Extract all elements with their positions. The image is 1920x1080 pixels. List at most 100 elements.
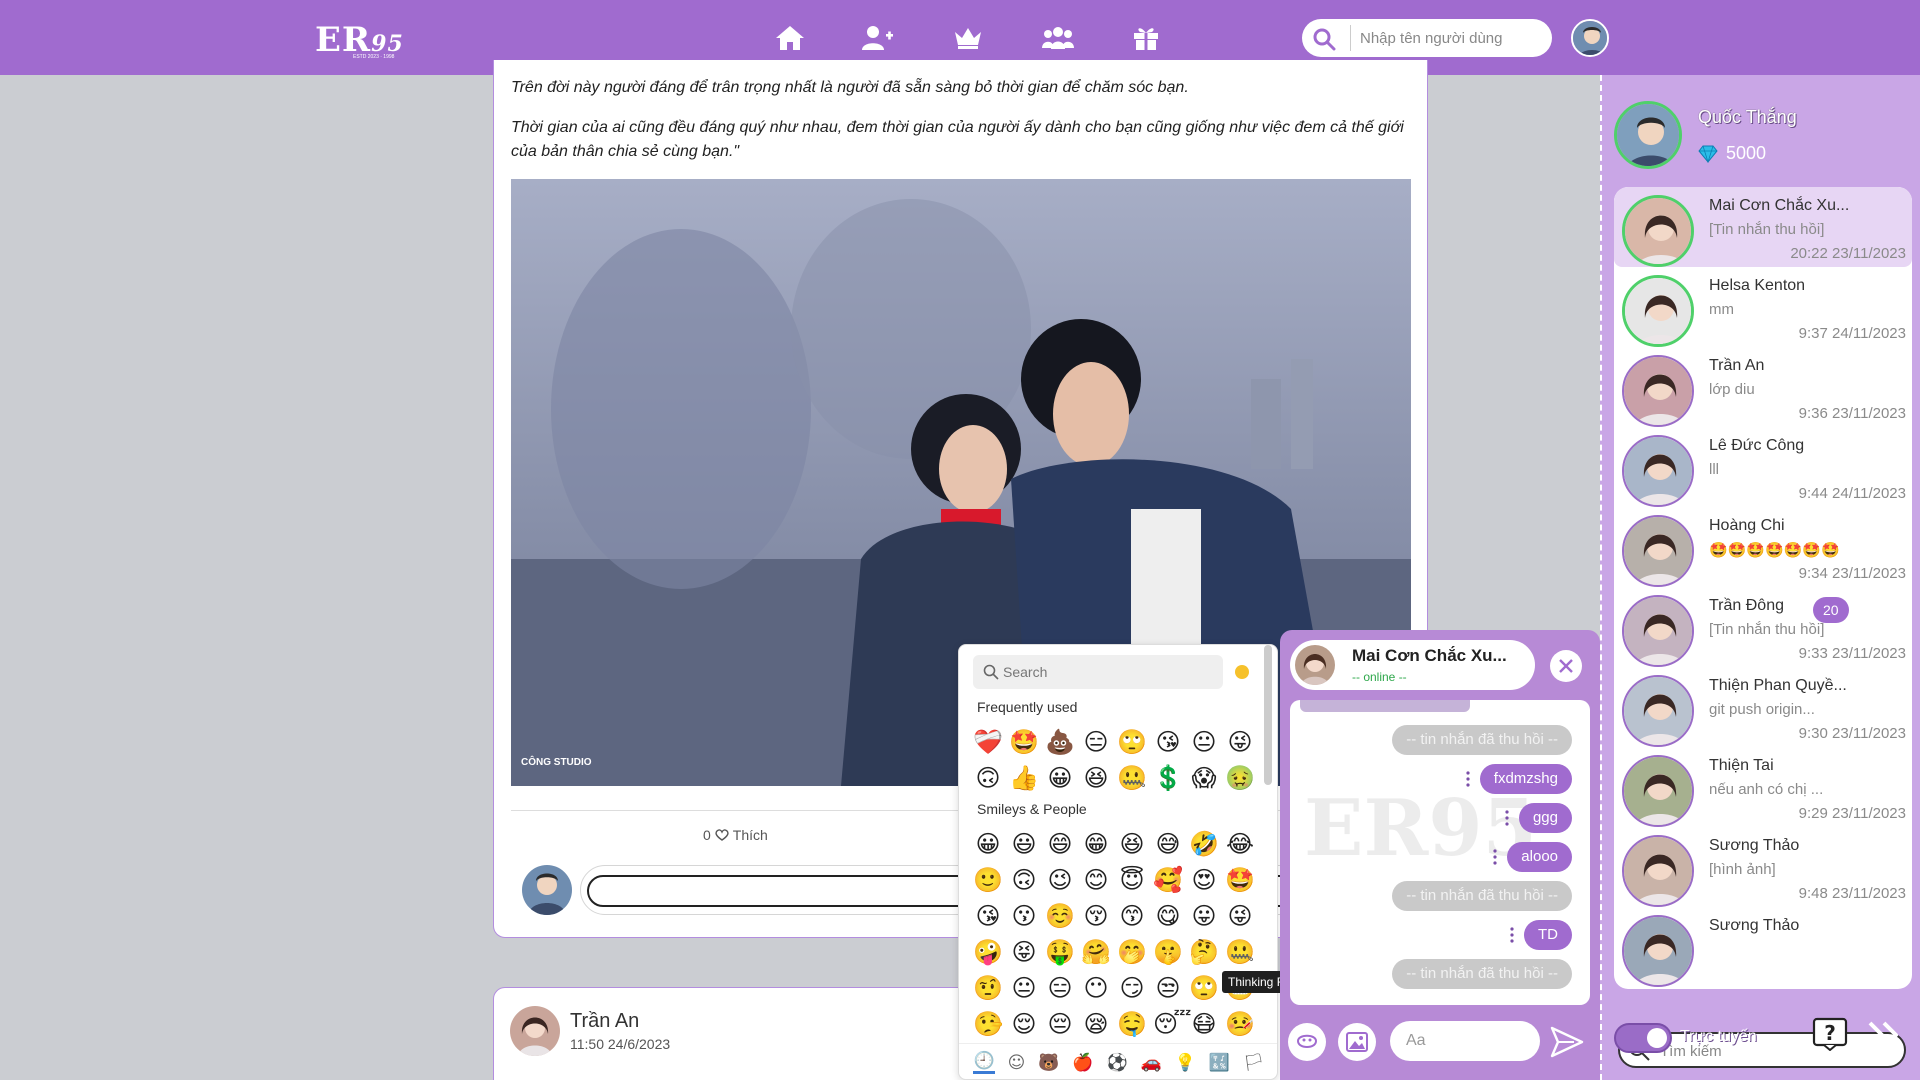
help-icon[interactable]: ? — [1812, 1017, 1848, 1051]
online-status-toggle[interactable] — [1614, 1023, 1672, 1053]
emoji-button[interactable]: 😐 — [1189, 727, 1219, 757]
emoji-button[interactable]: 😏 — [1117, 973, 1147, 1003]
emoji-button[interactable]: 😶 — [1081, 973, 1111, 1003]
my-avatar[interactable] — [1614, 101, 1682, 169]
emoji-category-tab[interactable]: 💡 — [1175, 1053, 1196, 1073]
emoji-button[interactable]: 😑 — [1081, 727, 1111, 757]
conversation-item[interactable]: Thiện Phan Quyề... git push origin... 9:30… — [1614, 667, 1912, 747]
recalled-message[interactable]: -- tin nhắn đã thu hồi -- — [1392, 725, 1572, 755]
sent-message[interactable]: ggg — [1518, 803, 1572, 833]
conversation-item[interactable]: Trần Đông [Tin nhắn thu hồi] 9:33 23/11/20… — [1614, 587, 1912, 667]
emoji-button[interactable]: 💲 — [1153, 763, 1183, 793]
profile-avatar[interactable] — [1571, 19, 1609, 57]
emoji-button[interactable]: 🙃 — [973, 763, 1003, 793]
group-icon[interactable] — [1040, 20, 1076, 56]
conversation-item[interactable]: Hoàng Chi 🤩🤩🤩🤩🤩🤩🤩 9:34 23/11/2023 — [1614, 507, 1912, 587]
emoji-button[interactable]: 😔 — [1045, 1009, 1075, 1039]
conversation-item[interactable]: Trần An lớp diu 9:36 23/11/2023 — [1614, 347, 1912, 427]
emoji-button[interactable]: 😇 — [1117, 865, 1147, 895]
emoji-button[interactable]: 😒 — [1153, 973, 1183, 1003]
emoji-button[interactable]: 😗 — [1009, 901, 1039, 931]
emoji-button[interactable]: 😘 — [1153, 727, 1183, 757]
emoji-button[interactable]: 😷 — [1189, 1009, 1219, 1039]
emoji-button[interactable]: 😅 — [1153, 829, 1183, 859]
emoji-button[interactable]: 🙄 — [1117, 727, 1147, 757]
emoji-button[interactable]: ☺️ — [1045, 901, 1075, 931]
close-chat-button[interactable] — [1550, 650, 1582, 682]
emoji-button[interactable]: 😌 — [1009, 1009, 1039, 1039]
sent-message[interactable]: TD — [1524, 920, 1572, 950]
emoji-button[interactable]: 😪 — [1081, 1009, 1111, 1039]
emoji-button[interactable]: ❤️‍🩹 — [973, 727, 1003, 757]
emoji-category-tab[interactable]: 🕘 — [973, 1051, 995, 1074]
chat-image-preview[interactable] — [1300, 700, 1470, 712]
emoji-button[interactable]: 🙂 — [973, 865, 1003, 895]
conversation-item[interactable]: Sương Thảo — [1614, 907, 1912, 987]
message-options-icon[interactable] — [1510, 927, 1514, 943]
user-search-input[interactable] — [1360, 25, 1540, 51]
emoji-button[interactable]: 😴 — [1153, 1009, 1192, 1039]
chat-messages[interactable]: ER95 -- tin nhắn đã thu hồi -- fxdmzshg gg… — [1290, 700, 1590, 1005]
emoji-button[interactable]: 🤩 — [1009, 727, 1039, 757]
home-icon[interactable] — [772, 20, 808, 56]
emoji-button[interactable]: 😀 — [1045, 763, 1075, 793]
crown-icon[interactable] — [950, 20, 986, 56]
conversation-item[interactable]: Thiện Tai nếu anh có chị ... 9:29 23/11/20… — [1614, 747, 1912, 827]
emoji-category-tab[interactable]: 🍎 — [1072, 1053, 1093, 1073]
post-author-name[interactable]: Trần An — [570, 1010, 639, 1033]
emoji-category-tab[interactable]: 🔣 — [1209, 1053, 1230, 1073]
emoji-button[interactable]: 🙄 — [1189, 973, 1219, 1003]
conversation-item[interactable]: Lê Đức Công lll 9:44 24/11/2023 — [1614, 427, 1912, 507]
chat-message-input[interactable] — [1390, 1021, 1540, 1061]
recalled-message[interactable]: -- tin nhắn đã thu hồi -- — [1392, 959, 1572, 989]
emoji-button[interactable]: 🤩 — [1225, 865, 1255, 895]
send-icon[interactable] — [1550, 1026, 1584, 1058]
emoji-button[interactable]: 🤤 — [1117, 1009, 1147, 1039]
gift-icon[interactable] — [1128, 20, 1164, 56]
emoji-button[interactable]: 🤔 — [1189, 937, 1219, 967]
emoji-button[interactable]: 🤥 — [973, 1009, 1003, 1039]
emoji-button[interactable]: 😁 — [1081, 829, 1111, 859]
emoji-button[interactable]: 😐 — [1009, 973, 1039, 1003]
conversation-item[interactable]: Helsa Kenton mm 9:37 24/11/2023 — [1614, 267, 1912, 347]
emoji-search-input[interactable]: Search — [973, 655, 1223, 689]
post-author-avatar[interactable] — [510, 1006, 560, 1056]
emoji-button[interactable]: 👍 — [1009, 763, 1039, 793]
conversation-item[interactable]: Sương Thảo [hình ảnh] 9:48 23/11/2023 — [1614, 827, 1912, 907]
emoji-button[interactable]: 😂 — [1225, 829, 1255, 859]
emoji-button[interactable]: 🤣 — [1189, 829, 1219, 859]
emoji-button[interactable]: 😘 — [973, 901, 1003, 931]
emoji-button[interactable]: 🤫 — [1153, 937, 1183, 967]
emoji-button[interactable]: 😙 — [1117, 901, 1147, 931]
search-icon[interactable] — [1312, 27, 1336, 51]
emoji-button[interactable]: 🙃 — [1009, 865, 1039, 895]
skin-tone-selector[interactable] — [1235, 665, 1249, 679]
message-options-icon[interactable] — [1493, 849, 1497, 865]
message-options-icon[interactable] — [1466, 771, 1470, 787]
emoji-button[interactable]: 🤐 — [1225, 937, 1255, 967]
emoji-button[interactable]: 😉 — [1045, 865, 1075, 895]
emoji-scrollbar[interactable] — [1264, 645, 1272, 785]
sent-message[interactable]: alooo — [1507, 842, 1572, 872]
emoji-button[interactable]: 🤪 — [973, 937, 1003, 967]
emoji-button[interactable]: 🤭 — [1117, 937, 1147, 967]
site-logo[interactable]: ER95 ESTD 2023 · 1998 — [315, 14, 427, 62]
emoji-button[interactable]: 🤨 — [973, 973, 1003, 1003]
recalled-message[interactable]: -- tin nhắn đã thu hồi -- — [1392, 881, 1572, 911]
emoji-button[interactable]: 😜 — [1225, 901, 1255, 931]
emoji-button[interactable]: 😝 — [1009, 937, 1039, 967]
emoji-category-tab[interactable]: ⚽ — [1106, 1053, 1127, 1073]
emoji-button[interactable]: 😍 — [1189, 865, 1219, 895]
emoji-category-tab[interactable]: 🚗 — [1141, 1053, 1162, 1073]
emoji-button[interactable]: 🥰 — [1153, 865, 1183, 895]
conversation-item[interactable]: Mai Cơn Chắc Xu... [Tin nhắn thu hồi] 20:2… — [1614, 187, 1912, 267]
emoji-button[interactable]: 😆 — [1117, 829, 1147, 859]
collapse-sidebar-icon[interactable] — [1866, 1020, 1902, 1050]
emoji-button[interactable]: 😆 — [1081, 763, 1111, 793]
like-button[interactable]: 0 Thích — [703, 827, 768, 843]
emoji-category-tab[interactable]: 🏳 — [1243, 1053, 1265, 1073]
emoji-button[interactable]: 😜 — [1225, 727, 1255, 757]
emoji-button[interactable]: 😱 — [1189, 763, 1219, 793]
emoji-button[interactable]: 😑 — [1045, 973, 1075, 1003]
sticker-button[interactable] — [1288, 1023, 1326, 1061]
